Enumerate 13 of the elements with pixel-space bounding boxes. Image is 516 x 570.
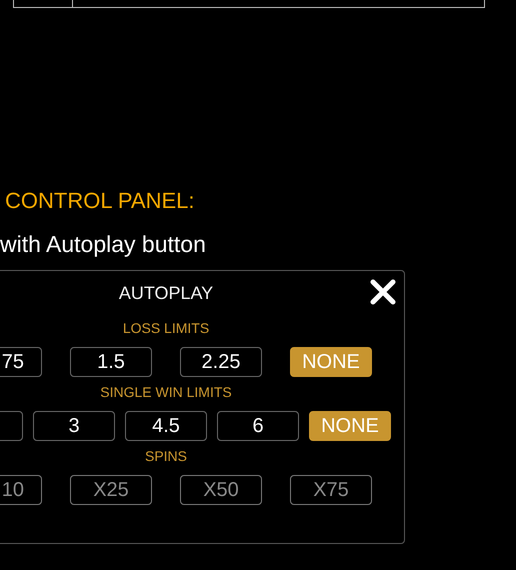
option-button[interactable]: 75 (0, 347, 42, 377)
option-button[interactable]: 4.5 (125, 411, 207, 441)
option-button[interactable]: 1.5 (70, 347, 152, 377)
option-button[interactable]: 3 (33, 411, 115, 441)
section-heading: CONTROL PANEL: (5, 187, 196, 215)
section-subheading: with Autoplay button (0, 230, 207, 258)
option-button[interactable]: 2.25 (180, 347, 262, 377)
close-icon[interactable] (370, 279, 396, 305)
section-label: SINGLE WIN LIMITS (99, 383, 233, 401)
option-button[interactable]: 6 (217, 411, 299, 441)
section-label: LOSS LIMITS (122, 319, 210, 337)
dialog-title: AUTOPLAY (118, 282, 214, 304)
section-label: SPINS (144, 447, 188, 465)
